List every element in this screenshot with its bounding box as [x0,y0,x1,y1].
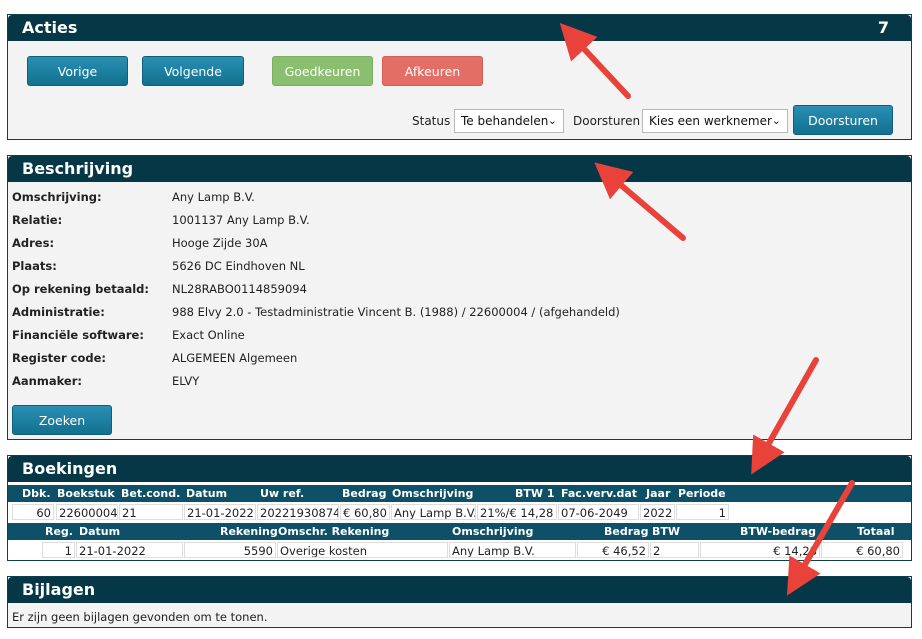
cell-jaar: 2022 [640,504,675,520]
beschrijving-title: Beschrijving [22,159,134,178]
col-header: Dbk. [22,487,51,500]
col-header: Jaar [646,487,671,500]
beschrijving-panel: Beschrijving Omschrijving: Any Lamp B.V. … [7,155,912,440]
desc-value: Hooge Zijde 30A [172,236,268,250]
booking-row[interactable]: 60 22600004 21 21-01-2022 20221930874 € … [8,503,911,521]
col-header: Omschr. Rekening [278,525,390,538]
search-button[interactable]: Zoeken [12,405,112,435]
desc-label: Relatie: [12,213,63,227]
line-row[interactable]: 1 21-01-2022 5590 Overige kosten Any Lam… [8,541,911,559]
desc-label: Adres: [12,236,55,250]
desc-label: Op rekening betaald: [12,282,149,296]
approve-button[interactable]: Goedkeuren [272,56,373,86]
beschrijving-header: Beschrijving [8,156,911,182]
status-label: Status [412,114,451,128]
cell-btw-bedrag: € 14,28 [700,542,820,558]
desc-label: Administratie: [12,305,105,319]
col-header: Fac.verv.dat [561,487,638,500]
cell-boekstuk: 22600004 [56,504,118,520]
col-header: Datum [79,525,121,538]
cell-btw1: 21%/€ 14,28 [477,504,557,520]
forward-label: Doorsturen [573,114,641,128]
col-header: BTW 1 [515,487,555,500]
bijlagen-title: Bijlagen [22,580,96,599]
cell-omschrijving: Any Lamp B.V. [449,542,576,558]
desc-value: NL28RABO0114859094 [172,282,307,296]
col-header: BTW-bedrag [740,525,817,538]
cell-omschr-rekening: Overige kosten [277,542,448,558]
reject-button[interactable]: Afkeuren [382,56,483,86]
cell-reg: 1 [42,542,75,558]
boekingen-panel: Boekingen Dbk. Boekstuk Bet.cond. Datum … [7,455,912,561]
cell-rekening: 5590 [184,542,276,558]
desc-label: Plaats: [12,259,57,273]
status-select[interactable]: Te behandelen ⌄ [454,109,564,133]
cell-totaal: € 60,80 [821,542,903,558]
chevron-down-icon: ⌄ [547,114,557,127]
desc-value: 988 Elvy 2.0 - Testadministratie Vincent… [172,305,620,319]
bijlagen-panel: Bijlagen Er zijn geen bijlagen gevonden … [7,576,912,628]
col-header: Boekstuk [57,487,115,500]
bijlagen-empty-message: Er zijn geen bijlagen gevonden om te ton… [12,610,268,624]
cell-datum: 21-01-2022 [184,504,256,520]
cell-omschrijving: Any Lamp B.V. [391,504,476,520]
boekingen-title: Boekingen [22,459,118,478]
desc-value: Any Lamp B.V. [172,190,255,204]
desc-label: Financiële software: [12,328,144,342]
next-button[interactable]: Volgende [142,56,244,86]
acties-count: 7 [877,18,889,37]
cell-datum: 21-01-2022 [76,542,183,558]
employee-select[interactable]: Kies een werknemer ⌄ [642,109,788,133]
desc-label: Aanmaker: [12,374,82,388]
bijlagen-header: Bijlagen [8,577,911,603]
col-header: Rekening [220,525,278,538]
cell-btw: 2 [650,542,699,558]
prev-button[interactable]: Vorige [27,56,128,86]
col-header: Uw ref. [260,487,305,500]
line-table-header: Reg. Datum Rekening Omschr. Rekening Oms… [8,523,911,540]
col-header: Totaal [857,525,895,538]
desc-value: ALGEMEEN Algemeen [172,351,298,365]
cell-bedrag: € 60,80 [340,504,390,520]
col-header: Bet.cond. [121,487,181,500]
col-header: Omschrijving [392,487,474,500]
desc-value: 1001137 Any Lamp B.V. [172,213,310,227]
cell-periode: 1 [676,504,729,520]
cell-facvervdat: 07-06-2049 [558,504,639,520]
col-header: Bedrag [342,487,387,500]
col-header: Datum [186,487,228,500]
forward-button[interactable]: Doorsturen [793,105,893,135]
col-header: Bedrag [604,525,649,538]
desc-value: ELVY [172,374,200,388]
col-header: Periode [678,487,726,500]
cell-betcond: 21 [119,504,183,520]
cell-uwref: 20221930874 [257,504,339,520]
boekingen-header: Boekingen [8,456,911,482]
acties-header: Acties 7 [8,15,911,41]
col-header: BTW [652,525,681,538]
status-select-value: Te behandelen [461,114,549,128]
desc-value: 5626 DC Eindhoven NL [172,259,305,273]
chevron-down-icon: ⌄ [771,114,781,127]
acties-panel: Acties 7 Vorige Volgende Goedkeuren Afke… [7,14,912,140]
col-header: Reg. [45,525,73,538]
employee-select-value: Kies een werknemer [649,114,772,128]
booking-table-header: Dbk. Boekstuk Bet.cond. Datum Uw ref. Be… [8,485,911,502]
desc-value: Exact Online [172,328,245,342]
cell-dbk: 60 [12,504,54,520]
desc-label: Omschrijving: [12,190,102,204]
col-header: Omschrijving [452,525,534,538]
desc-label: Register code: [12,351,106,365]
acties-title: Acties [22,18,78,37]
cell-bedrag: € 46,52 [577,542,649,558]
